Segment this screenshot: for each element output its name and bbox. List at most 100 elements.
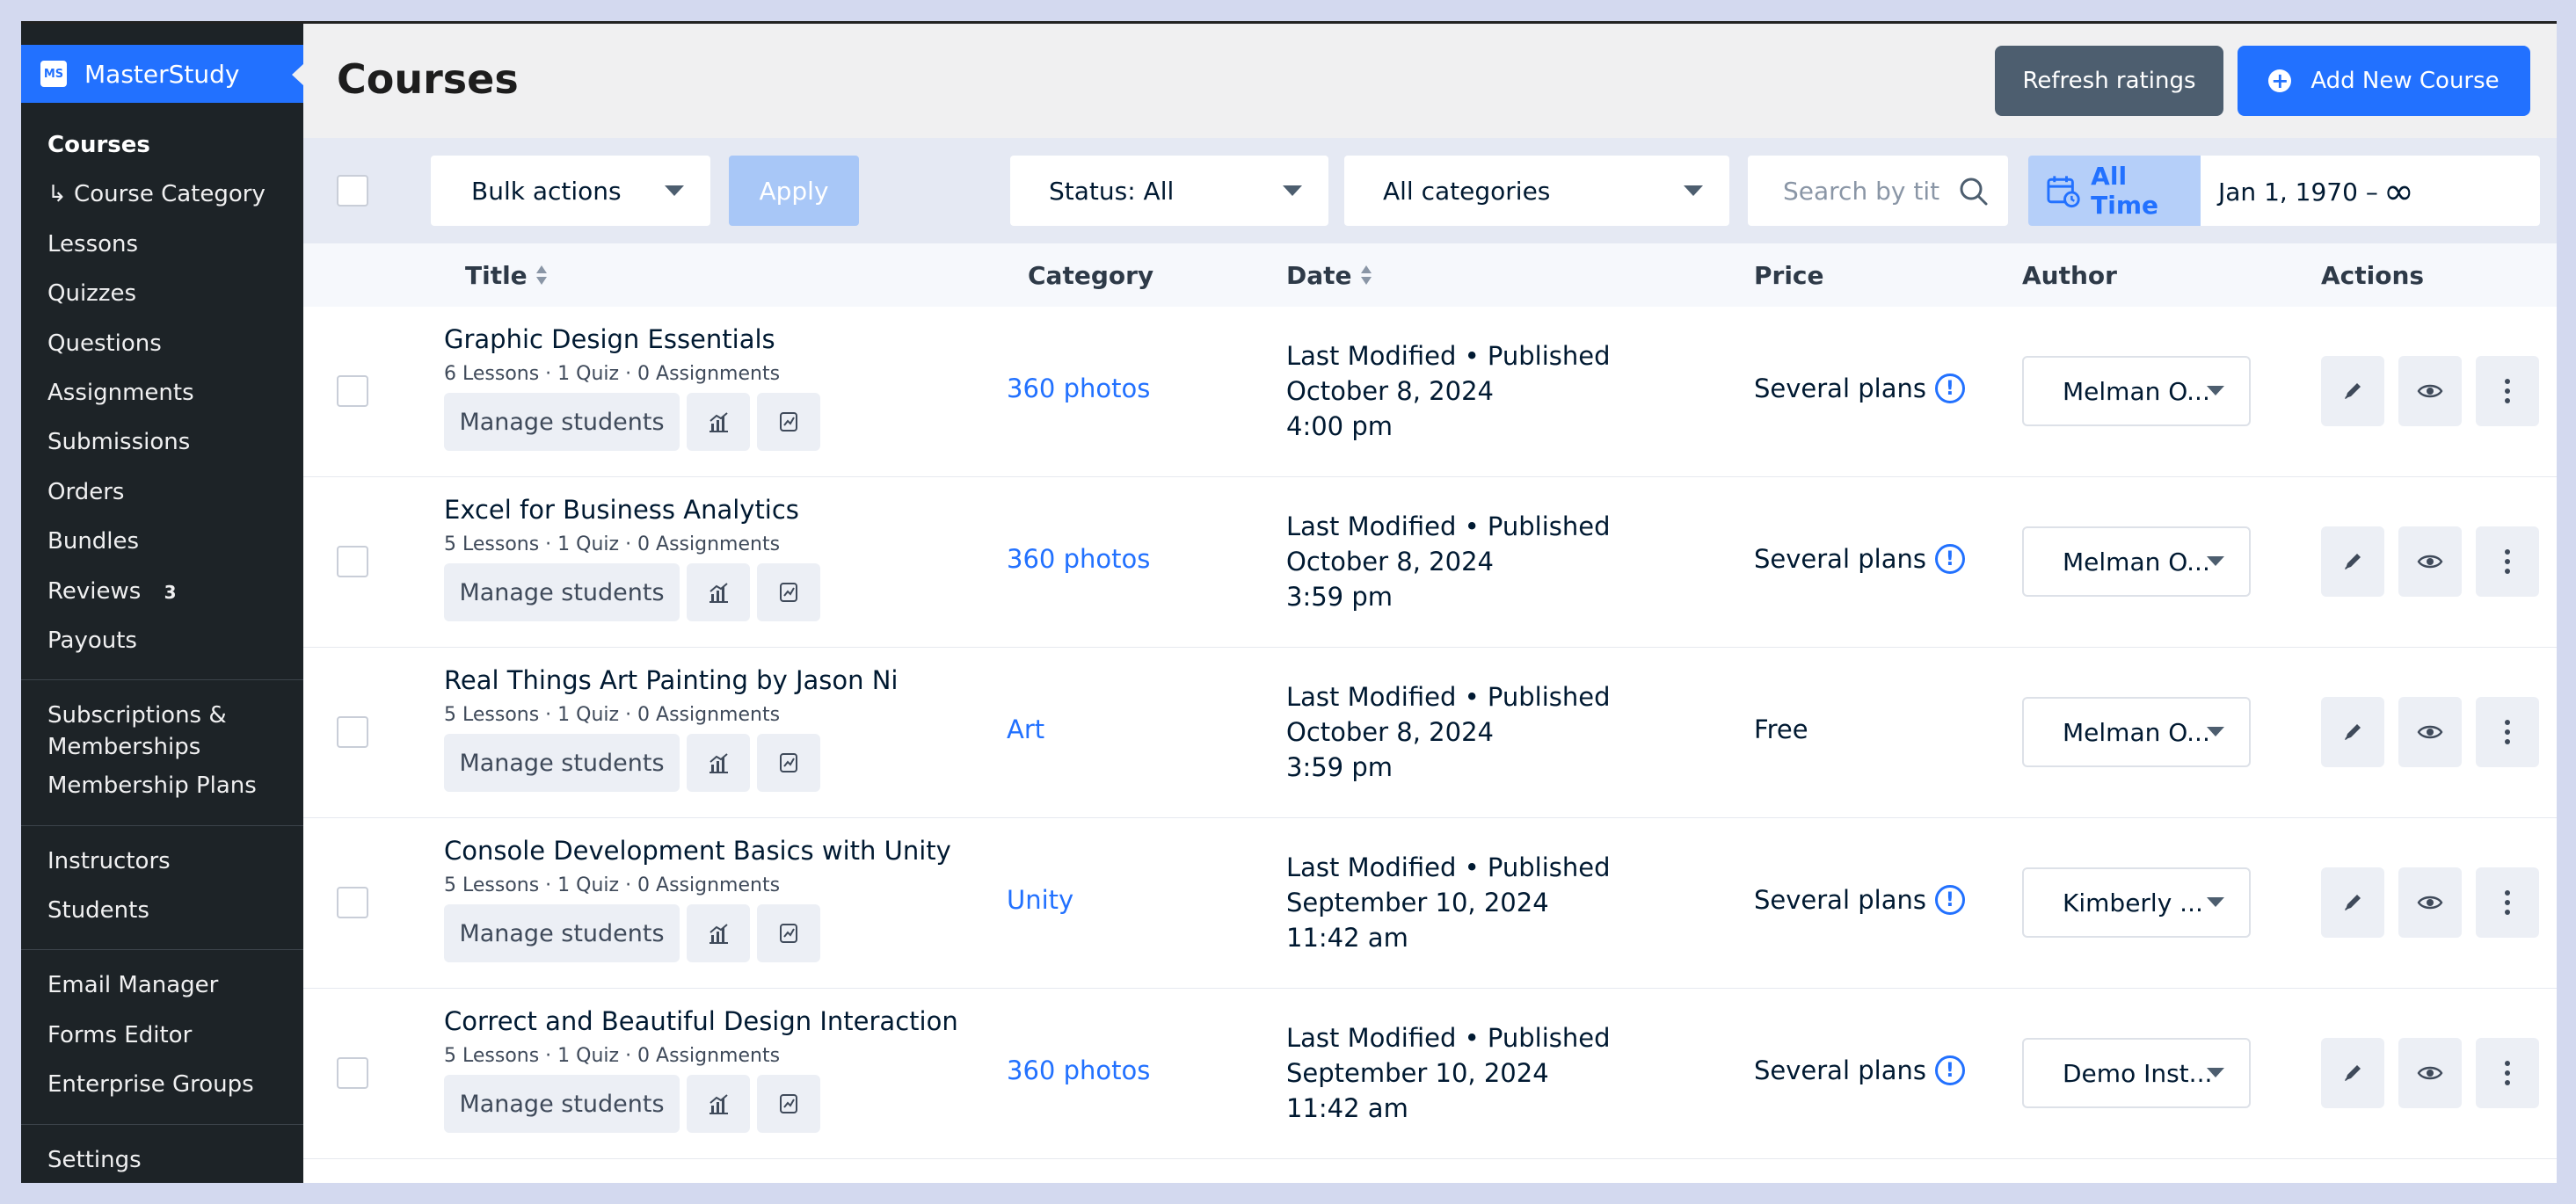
search-input[interactable]: Search by title	[1748, 156, 2008, 226]
report-button[interactable]	[757, 904, 820, 962]
refresh-ratings-button[interactable]: Refresh ratings	[1995, 46, 2223, 116]
preview-button[interactable]	[2398, 356, 2462, 426]
edit-button[interactable]	[2321, 356, 2384, 426]
more-options-button[interactable]	[2476, 1038, 2539, 1108]
pencil-icon	[2345, 895, 2361, 910]
sidebar-item-quizzes[interactable]: Quizzes	[21, 278, 303, 327]
course-date-value: October 8, 2024	[1286, 547, 1494, 577]
course-category-link[interactable]: 360 photos	[1007, 374, 1150, 403]
edit-button[interactable]	[2321, 697, 2384, 767]
sidebar-item-email-manager[interactable]: Email Manager	[21, 969, 303, 1019]
preview-button[interactable]	[2398, 697, 2462, 767]
course-category-link[interactable]: Unity	[1007, 885, 1073, 915]
manage-students-button[interactable]: Manage students	[444, 734, 680, 792]
edit-button[interactable]	[2321, 1038, 2384, 1108]
sidebar-item-enterprise-groups[interactable]: Enterprise Groups	[21, 1069, 303, 1118]
sidebar-item-courses[interactable]: Courses	[21, 129, 303, 178]
categories-select[interactable]: All categories	[1344, 156, 1729, 226]
all-time-button[interactable]: All Time	[2028, 156, 2201, 226]
sidebar-item-reviews[interactable]: Reviews 3	[21, 576, 303, 625]
sidebar-item-subscriptions[interactable]: Subscriptions & Memberships	[21, 700, 303, 770]
sidebar-item-orders[interactable]: Orders	[21, 476, 303, 526]
manage-students-button[interactable]: Manage students	[444, 904, 680, 962]
course-meta: 5 Lessons · 1 Quiz · 0 Assignments	[444, 704, 781, 726]
author-select[interactable]: Melman O...	[2022, 356, 2251, 426]
date-column-header[interactable]: Date	[1286, 261, 1372, 290]
sidebar-item-students[interactable]: Students	[21, 895, 303, 944]
manage-students-button[interactable]: Manage students	[444, 563, 680, 621]
report-button[interactable]	[757, 734, 820, 792]
row-checkbox[interactable]	[337, 375, 368, 407]
report-button[interactable]	[757, 1075, 820, 1133]
sidebar-item-settings[interactable]: Settings	[21, 1144, 303, 1183]
more-options-button[interactable]	[2476, 697, 2539, 767]
course-date: Last Modified • Published September 10, …	[1286, 1020, 1611, 1126]
course-title[interactable]: Console Development Basics with Unity	[444, 836, 951, 866]
more-options-button[interactable]	[2476, 867, 2539, 938]
edit-button[interactable]	[2321, 867, 2384, 938]
chevron-down-icon	[665, 185, 684, 196]
info-icon[interactable]: !	[1934, 374, 1965, 403]
author-select[interactable]: Kimberly ...	[2022, 867, 2251, 938]
sidebar-item-lessons[interactable]: Lessons	[21, 228, 303, 278]
sidebar-item-membership-plans[interactable]: Membership Plans	[21, 770, 303, 819]
edit-button[interactable]	[2321, 526, 2384, 597]
course-meta: 6 Lessons · 1 Quiz · 0 Assignments	[444, 363, 781, 385]
status-select[interactable]: Status: All	[1010, 156, 1328, 226]
row-action-buttons	[2321, 697, 2539, 767]
apply-button[interactable]: Apply	[729, 156, 859, 226]
sidebar-brand[interactable]: MS MasterStudy	[21, 45, 304, 103]
info-icon[interactable]: !	[1934, 1055, 1965, 1085]
more-options-button[interactable]	[2476, 526, 2539, 597]
analytics-button[interactable]	[687, 393, 750, 451]
report-button[interactable]	[757, 563, 820, 621]
manage-students-button[interactable]: Manage students	[444, 393, 680, 451]
page-header: Courses Refresh ratings + Add New Course	[303, 24, 2557, 138]
analytics-button[interactable]	[687, 734, 750, 792]
course-title[interactable]: Real Things Art Painting by Jason Ni	[444, 665, 899, 695]
sidebar-item-submissions[interactable]: Submissions	[21, 426, 303, 475]
info-icon[interactable]: !	[1934, 544, 1965, 574]
more-options-button[interactable]	[2476, 356, 2539, 426]
select-all-checkbox[interactable]	[337, 175, 368, 207]
row-checkbox[interactable]	[337, 546, 368, 577]
preview-button[interactable]	[2398, 526, 2462, 597]
report-button[interactable]	[757, 393, 820, 451]
course-title[interactable]: Excel for Business Analytics	[444, 495, 799, 525]
row-checkbox[interactable]	[337, 887, 368, 918]
analytics-button[interactable]	[687, 904, 750, 962]
course-category-link[interactable]: 360 photos	[1007, 544, 1150, 574]
add-new-course-button[interactable]: + Add New Course	[2238, 46, 2530, 116]
author-select[interactable]: Demo Inst...	[2022, 1038, 2251, 1108]
analytics-button[interactable]	[687, 563, 750, 621]
preview-button[interactable]	[2398, 867, 2462, 938]
sidebar-item-instructors[interactable]: Instructors	[21, 845, 303, 895]
course-category-link[interactable]: Art	[1007, 714, 1044, 744]
course-category-link[interactable]: 360 photos	[1007, 1055, 1150, 1085]
sort-icon[interactable]	[535, 265, 547, 286]
author-select[interactable]: Melman O...	[2022, 526, 2251, 597]
preview-button[interactable]	[2398, 1038, 2462, 1108]
courses-table-body: Graphic Design Essentials 6 Lessons · 1 …	[303, 307, 2557, 1159]
row-checkbox[interactable]	[337, 1057, 368, 1089]
author-select[interactable]: Melman O...	[2022, 697, 2251, 767]
sidebar-item-course-category[interactable]: ↳ Course Category	[21, 178, 303, 228]
sidebar-item-payouts[interactable]: Payouts	[21, 625, 303, 674]
row-checkbox[interactable]	[337, 716, 368, 748]
info-icon[interactable]: !	[1934, 885, 1965, 915]
eye-icon	[2417, 1066, 2443, 1080]
title-column-header[interactable]: Title	[465, 261, 547, 290]
sidebar-item-forms-editor[interactable]: Forms Editor	[21, 1019, 303, 1069]
course-title[interactable]: Graphic Design Essentials	[444, 324, 775, 354]
course-price: Several plans !	[1754, 1055, 1965, 1085]
sidebar-item-assignments[interactable]: Assignments	[21, 377, 303, 426]
sidebar-item-questions[interactable]: Questions	[21, 328, 303, 377]
analytics-button[interactable]	[687, 1075, 750, 1133]
manage-students-button[interactable]: Manage students	[444, 1075, 680, 1133]
pencil-icon	[2345, 383, 2361, 399]
date-range-filter[interactable]: All Time Jan 1, 1970 – ∞	[2028, 156, 2540, 226]
sidebar-item-bundles[interactable]: Bundles	[21, 526, 303, 575]
sort-icon[interactable]	[1360, 265, 1372, 286]
course-title[interactable]: Correct and Beautiful Design Interaction	[444, 1006, 958, 1036]
bulk-actions-select[interactable]: Bulk actions	[431, 156, 710, 226]
